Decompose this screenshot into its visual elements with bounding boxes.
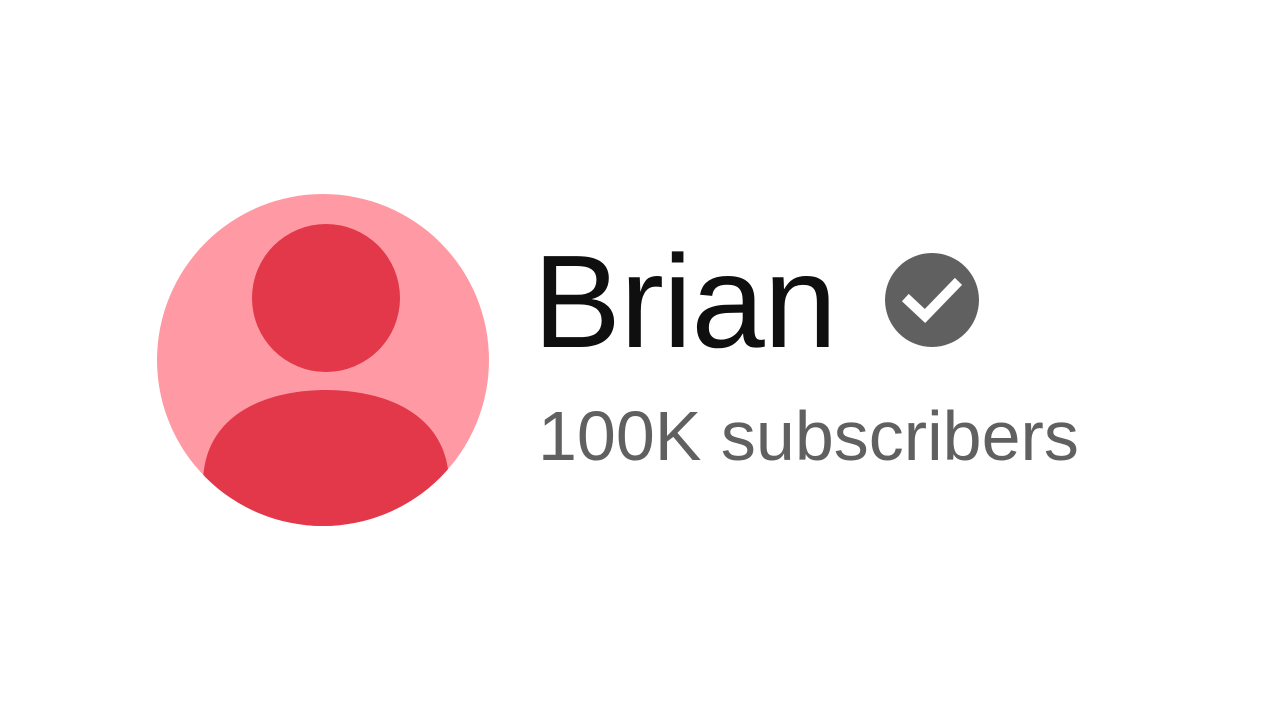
channel-name[interactable]: Brian [533,232,837,372]
channel-header: Brian 100K subscribers [0,0,1280,720]
channel-avatar[interactable] [157,194,489,526]
channel-name-row: Brian [533,232,1233,372]
channel-info: Brian [533,232,1233,372]
person-icon [157,194,489,526]
subscriber-count: 100K subscribers [538,397,1079,475]
verified-check-icon [884,252,980,348]
